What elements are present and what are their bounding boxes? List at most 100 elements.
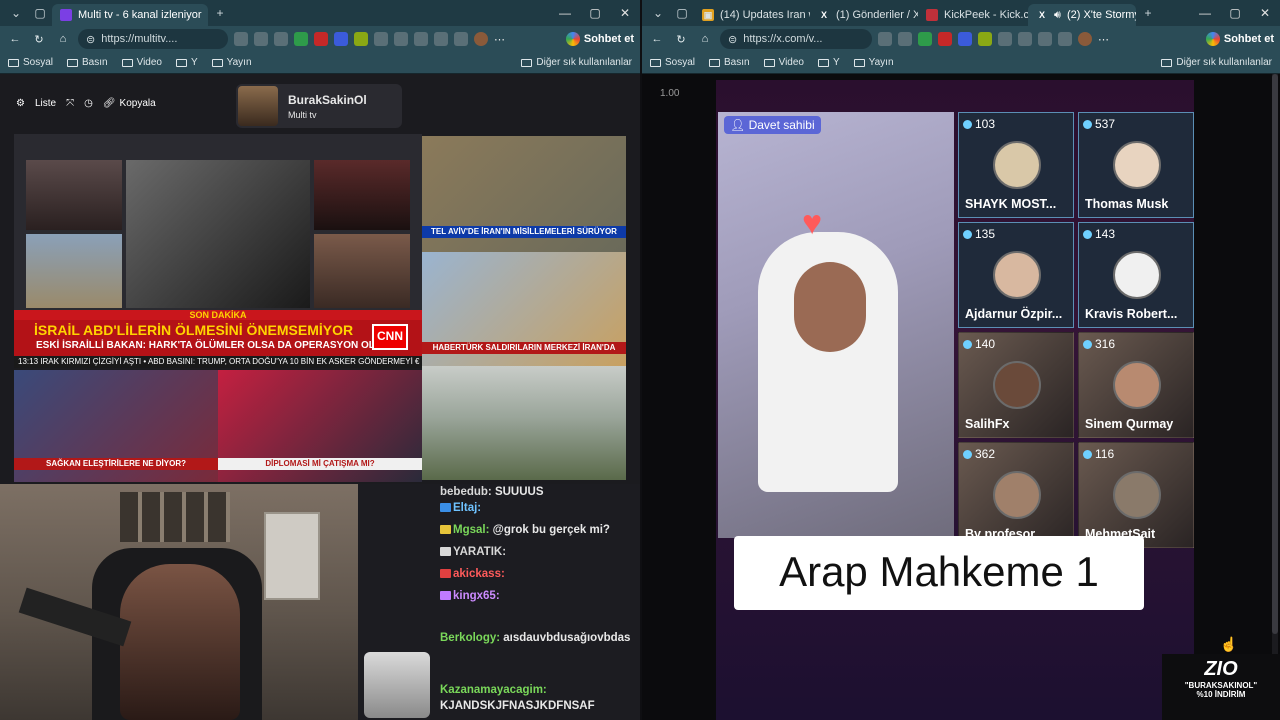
minimize-icon[interactable]: — [550,6,580,20]
video-tile-tel-aviv[interactable]: TEL AVİV'DE İRAN'IN MİSİLLEMELERİ SÜRÜYO… [422,136,626,252]
chat-username[interactable]: bebedub: [440,486,495,498]
extensions-icon[interactable] [374,32,388,46]
extensions-icon[interactable] [998,32,1012,46]
chat-username[interactable]: Mgsal: [453,524,493,536]
fullscreen-icon[interactable]: ⤧ [66,98,74,109]
minimize-icon[interactable]: — [1190,6,1220,20]
browser-essentials-icon[interactable] [434,32,448,46]
timer-icon[interactable]: ◷ [84,98,93,109]
site-info-icon[interactable]: ⊜ [86,33,95,46]
chat-username[interactable]: akickass: [453,568,505,580]
new-tab-icon[interactable]: + [208,1,232,25]
maximize-icon[interactable]: ▢ [580,6,610,20]
bookmark-folder[interactable]: Basın [709,57,750,68]
back-icon[interactable]: ← [6,33,24,45]
back-icon[interactable]: ← [648,33,666,45]
address-bar[interactable]: ⊜ https://multitv.... [78,29,228,49]
guest-tile[interactable]: 135 Ajdarnur Özpir... [958,222,1074,328]
tab-updates-iran[interactable]: ▣ (14) Updates Iran w... [694,4,810,26]
bookmark-folder[interactable]: Basın [67,57,108,68]
other-favorites[interactable]: Diğer sık kullanılanlar [1161,57,1272,68]
extension-icon[interactable] [958,32,972,46]
screenshot-icon[interactable] [454,32,468,46]
close-window-icon[interactable]: ✕ [1250,6,1280,20]
chat-username[interactable]: Kazanamayacagim: [440,684,547,696]
guest-tile[interactable]: 143 Kravis Robert... [1078,222,1194,328]
extension-icon[interactable] [898,32,912,46]
address-bar[interactable]: ⊜ https://x.com/v... [720,29,872,49]
maximize-icon[interactable]: ▢ [1220,6,1250,20]
video-tile-cnn[interactable] [14,134,422,310]
site-info-icon[interactable]: ⊜ [728,33,737,46]
tab-multitv[interactable]: Multi tv - 6 kanal izleniyor ✕ [52,4,208,26]
bookmark-folder[interactable]: Video [763,57,804,68]
extension-icon[interactable] [314,32,328,46]
copy-button[interactable]: 🔗︎ Kopyala [103,98,156,109]
bookmark-folder[interactable]: Sosyal [650,57,695,68]
video-tile-haberturk[interactable]: HABERTÜRK SALDIRILARIN MERKEZİ İRAN'DA [422,252,626,366]
bookmark-folder[interactable]: Yayın [211,57,252,68]
workspaces-icon[interactable]: ▢ [28,1,52,25]
extension-icon[interactable] [294,32,308,46]
streamer-card[interactable]: BurakSakinOl Multi tv [236,84,402,128]
new-tab-icon[interactable]: + [1136,1,1160,25]
video-tile-diplomasi[interactable]: DİPLOMASİ Mİ ÇATIŞMA MI? [218,370,422,482]
extension-icon[interactable] [978,32,992,46]
workspaces-icon[interactable]: ▢ [670,1,694,25]
tab-gonderiler[interactable]: X (1) Gönderiler / X [810,4,918,26]
guest-tile[interactable]: 362 By profesor [958,442,1074,548]
list-button[interactable]: Liste [35,98,56,109]
chat-username[interactable]: Eltaj: [453,502,481,514]
refresh-icon[interactable]: ↻ [30,33,48,46]
bookmark-folder[interactable]: Y [176,57,198,68]
extension-icon[interactable] [274,32,288,46]
video-tile-city[interactable] [422,366,626,480]
count-value: 116 [1095,447,1115,461]
tab-actions-icon[interactable]: ⌄ [4,1,28,25]
refresh-icon[interactable]: ↻ [672,33,690,46]
bookmark-folder[interactable]: Y [818,57,840,68]
favorites-icon[interactable] [1038,32,1052,46]
more-menu-icon[interactable]: ⋯ [1098,33,1109,46]
profile-avatar[interactable] [1078,32,1092,46]
settings-icon[interactable]: ⚙ [16,98,25,109]
chat-message: bebedub: SUUUUS [440,484,636,500]
favorites-icon[interactable] [414,32,428,46]
read-aloud-icon[interactable] [234,32,248,46]
favorite-star-icon[interactable] [878,32,892,46]
profile-avatar[interactable] [474,32,488,46]
extension-icon[interactable] [938,32,952,46]
guest-tile[interactable]: 103 SHAYK MOST... [958,112,1074,218]
other-favorites[interactable]: Diğer sık kullanılanlar [521,57,632,68]
extension-icon[interactable] [334,32,348,46]
bookmark-folder[interactable]: Sosyal [8,57,53,68]
home-icon[interactable]: ⌂ [54,33,72,45]
x-space-video[interactable]: 👤︎ Davet sahibi ♥ 103 SHAYK MOST... 537 Tho… [716,80,1194,720]
more-menu-icon[interactable]: ⋯ [494,33,505,46]
extension-icon[interactable] [918,32,932,46]
video-tile-studio[interactable]: SAĞKAN ELEŞTİRİLERE NE DİYOR? [14,370,218,482]
split-screen-icon[interactable] [1018,32,1032,46]
bookmark-folder[interactable]: Video [121,57,162,68]
guest-tile[interactable]: 116 MehmetSait [1078,442,1194,548]
guest-tile[interactable]: 140 SalihFx [958,332,1074,438]
tab-stormy[interactable]: X 🔊︎ (2) X'te Stormy ✕ [1028,4,1136,26]
tab-kickpeek[interactable]: KickPeek - Kick.com [918,4,1028,26]
scrollbar-thumb[interactable] [1272,74,1278,634]
home-icon[interactable]: ⌂ [696,33,714,45]
copilot-chat-button[interactable]: Sohbet et [565,32,634,46]
browser-essentials-icon[interactable] [1058,32,1072,46]
scrollbar[interactable] [1272,74,1278,720]
bookmark-folder[interactable]: Yayın [853,57,894,68]
split-screen-icon[interactable] [394,32,408,46]
chat-username[interactable]: kingx65: [453,590,500,602]
copilot-chat-button[interactable]: Sohbet et [1205,32,1274,46]
chat-username[interactable]: YARATIK: [453,546,506,558]
tab-actions-icon[interactable]: ⌄ [646,1,670,25]
guest-tile[interactable]: 316 Sinem Qurmay [1078,332,1194,438]
guest-tile[interactable]: 537 Thomas Musk [1078,112,1194,218]
close-window-icon[interactable]: ✕ [610,6,640,20]
favorite-star-icon[interactable] [254,32,268,46]
chat-username[interactable]: Berkology: [440,632,503,644]
extension-icon[interactable] [354,32,368,46]
